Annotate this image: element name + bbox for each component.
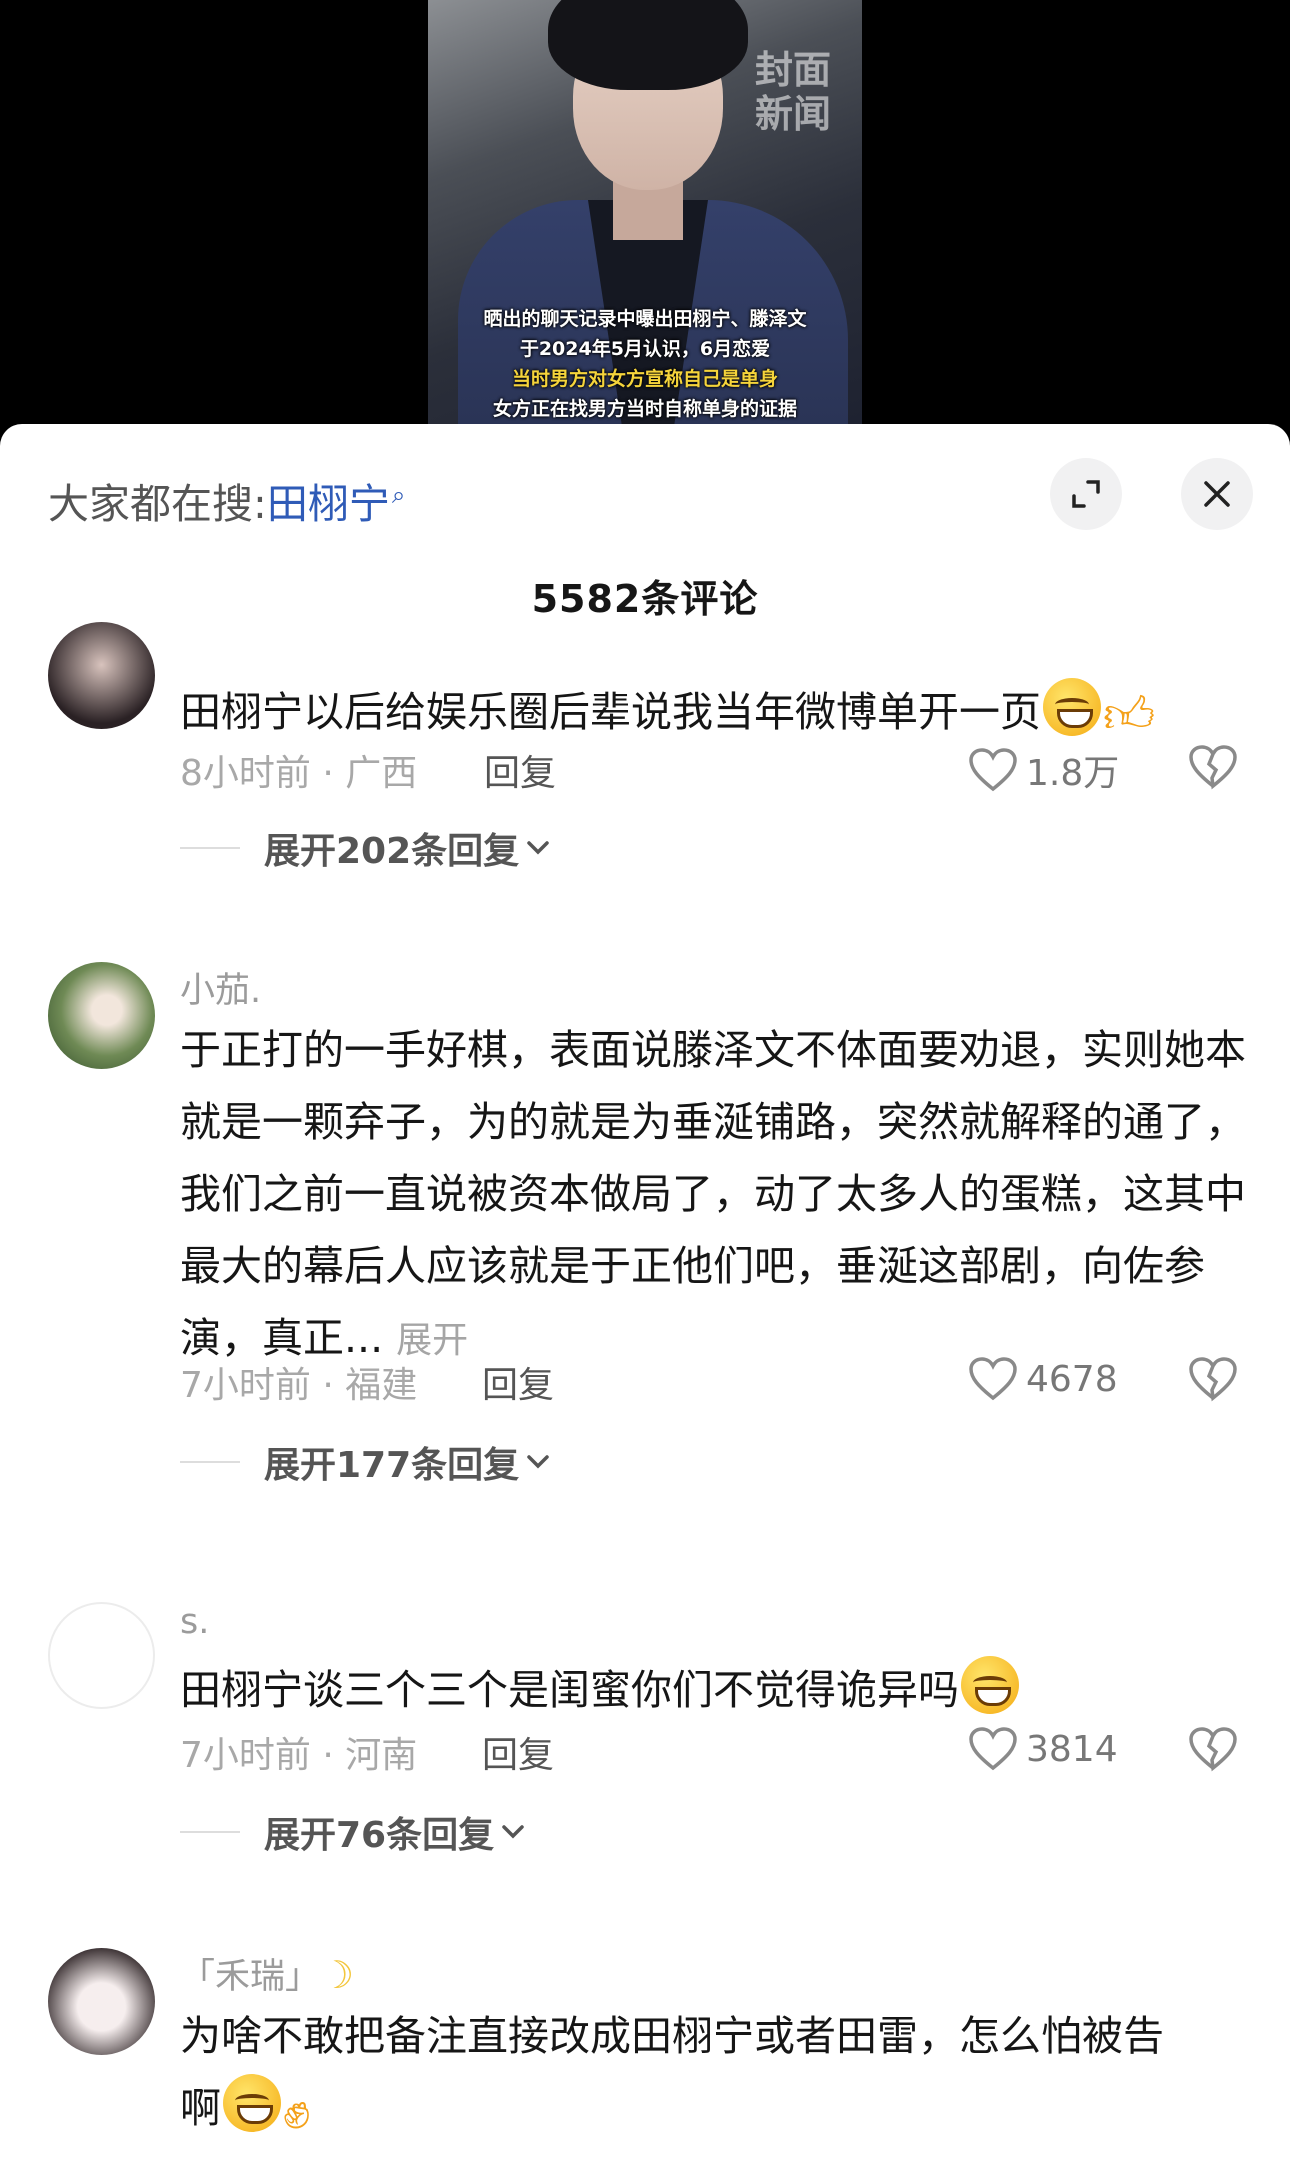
expand-icon bbox=[1072, 480, 1100, 508]
flexed-arm-emoji-icon: ✊︎ bbox=[283, 2082, 311, 2140]
dislike-button[interactable] bbox=[1188, 1356, 1238, 1406]
comment-sheet: 大家都在搜:田栩宁⌕ 5582条评论 田栩宁以后给娱乐圈后辈说我当年微博单开一页… bbox=[0, 424, 1290, 2179]
comment-count-title: 5582条评论 bbox=[531, 577, 759, 621]
broken-heart-icon bbox=[1189, 1357, 1237, 1402]
expand-replies-button[interactable]: 展开177条回复 bbox=[180, 1436, 551, 1488]
comment-username-text: 「禾瑞」 bbox=[180, 1957, 321, 1997]
expand-text-link[interactable]: 展开 bbox=[396, 1320, 468, 1361]
avatar[interactable] bbox=[48, 1602, 155, 1709]
comment-username[interactable]: 小茄. bbox=[180, 962, 261, 1013]
divider-line bbox=[180, 847, 240, 849]
heart-icon bbox=[969, 1357, 1017, 1401]
comment-time-location: 8小时前 · 广西 bbox=[180, 753, 418, 794]
like-count: 3814 bbox=[1026, 1728, 1118, 1770]
like-button[interactable]: 3814 bbox=[968, 1726, 1118, 1772]
video-player[interactable]: 封面 新闻 晒出的聊天记录中曝出田栩宁、滕泽文 于2024年5月认识，6月恋爱 … bbox=[0, 0, 1290, 440]
video-watermark-logo: 封面 新闻 bbox=[748, 48, 838, 136]
dislike-button[interactable] bbox=[1188, 1726, 1238, 1776]
video-caption: 晒出的聊天记录中曝出田栩宁、滕泽文 于2024年5月认识，6月恋爱 当时男方对女… bbox=[428, 304, 862, 424]
grin-emoji-icon bbox=[223, 2074, 281, 2132]
expand-replies-label: 展开76条回复 bbox=[264, 1815, 495, 1856]
divider-line bbox=[180, 1461, 240, 1463]
reply-button[interactable]: 回复 bbox=[484, 744, 556, 796]
expand-replies-button[interactable]: 展开76条回复 bbox=[180, 1806, 526, 1858]
grin-emoji-icon bbox=[1043, 678, 1101, 736]
search-icon: ⌕ bbox=[391, 481, 406, 510]
comment-username[interactable]: 「禾瑞」☽ bbox=[180, 1948, 354, 1999]
comment-text-body: 田栩宁以后给娱乐圈后辈说我当年微博单开一页 bbox=[180, 688, 1041, 736]
comment-text: 田栩宁谈三个三个是闺蜜你们不觉得诡异吗 bbox=[180, 1654, 1250, 1726]
search-suggestion-term[interactable]: 田栩宁 bbox=[267, 480, 390, 528]
comment-text-body: 于正打的一手好棋，表面说滕泽文不体面要劝退，实则她本就是一颗弃子，为的就是为垂涎… bbox=[180, 1026, 1246, 1362]
moon-emoji-icon: ☽ bbox=[320, 1953, 355, 1997]
reply-button[interactable]: 回复 bbox=[482, 1356, 554, 1408]
watermark-line-1: 封面 bbox=[754, 47, 831, 92]
comment-time-location: 7小时前 · 河南 bbox=[180, 1735, 418, 1776]
expand-button[interactable] bbox=[1050, 458, 1122, 530]
expand-replies-label: 展开202条回复 bbox=[264, 831, 520, 872]
broken-heart-icon bbox=[1189, 745, 1237, 790]
like-button[interactable]: 4678 bbox=[968, 1356, 1118, 1402]
search-suggestion-prefix: 大家都在搜: bbox=[48, 480, 267, 528]
divider-line bbox=[180, 1831, 240, 1833]
caption-line-3: 当时男方对女方宣称自己是单身 bbox=[511, 368, 778, 390]
heart-icon bbox=[969, 748, 1017, 792]
comment-text: 于正打的一手好棋，表面说滕泽文不体面要劝退，实则她本就是一颗弃子，为的就是为垂涎… bbox=[180, 1014, 1250, 1377]
search-suggestion[interactable]: 大家都在搜:田栩宁⌕ bbox=[48, 470, 405, 530]
caption-line-2: 于2024年5月认识，6月恋爱 bbox=[519, 338, 771, 360]
chevron-down-icon bbox=[527, 1455, 549, 1469]
comment-username[interactable]: s. bbox=[180, 1602, 209, 1642]
avatar[interactable] bbox=[48, 622, 155, 729]
heart-icon bbox=[969, 1727, 1017, 1771]
video-person-hair bbox=[548, 0, 748, 90]
avatar[interactable] bbox=[48, 962, 155, 1069]
like-button[interactable]: 1.8万 bbox=[968, 744, 1119, 796]
dislike-button[interactable] bbox=[1188, 744, 1238, 794]
like-count: 4678 bbox=[1026, 1358, 1118, 1400]
chevron-down-icon bbox=[527, 841, 549, 855]
close-icon bbox=[1204, 481, 1230, 507]
comment-time-location: 7小时前 · 福建 bbox=[180, 1365, 418, 1406]
comment-text-body: 田栩宁谈三个三个是闺蜜你们不觉得诡异吗 bbox=[180, 1666, 959, 1714]
reply-button[interactable]: 回复 bbox=[482, 1726, 554, 1778]
broken-heart-icon bbox=[1189, 1727, 1237, 1772]
expand-replies-button[interactable]: 展开202条回复 bbox=[180, 822, 551, 874]
watermark-line-2: 新闻 bbox=[754, 91, 831, 136]
avatar[interactable] bbox=[48, 1948, 155, 2055]
like-count: 1.8万 bbox=[1026, 753, 1120, 794]
chevron-down-icon bbox=[502, 1825, 524, 1839]
caption-line-1: 晒出的聊天记录中曝出田栩宁、滕泽文 bbox=[483, 308, 807, 330]
grin-emoji-icon bbox=[961, 1656, 1019, 1714]
comment-text: 为啥不敢把备注直接改成田栩宁或者田雷，怎么怕被告 啊 ✊︎ bbox=[180, 2000, 1250, 2144]
comment-text-line-1: 为啥不敢把备注直接改成田栩宁或者田雷，怎么怕被告 bbox=[180, 2012, 1164, 2060]
expand-replies-label: 展开177条回复 bbox=[264, 1445, 520, 1486]
comment-text-line-2-text: 啊 bbox=[180, 2084, 221, 2132]
close-button[interactable] bbox=[1181, 458, 1253, 530]
caption-line-4: 女方正在找男方当时自称单身的证据 bbox=[492, 398, 797, 420]
comment-text-line-2: 啊 ✊︎ bbox=[180, 2072, 1250, 2144]
comment-text: 田栩宁以后给娱乐圈后辈说我当年微博单开一页 👍︎ bbox=[180, 676, 1250, 748]
thumbs-up-emoji-icon: 👍︎ bbox=[1103, 686, 1156, 744]
video-frame[interactable]: 封面 新闻 晒出的聊天记录中曝出田栩宁、滕泽文 于2024年5月认识，6月恋爱 … bbox=[428, 0, 862, 440]
